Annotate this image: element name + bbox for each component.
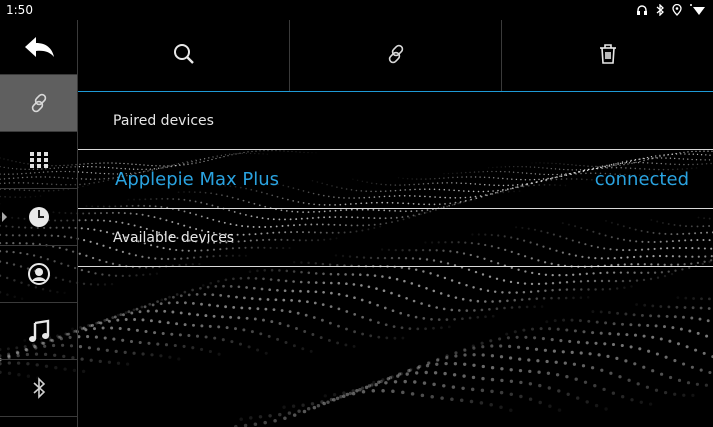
search-button[interactable] xyxy=(78,20,290,91)
paired-devices-heading: Paired devices xyxy=(113,112,214,129)
sidebar-item-link[interactable] xyxy=(0,75,77,132)
status-time: 1:50 xyxy=(6,3,33,17)
headphones-icon xyxy=(636,4,648,16)
dialpad-icon xyxy=(29,151,49,169)
bluetooth-icon xyxy=(655,4,665,16)
expand-arrow-icon xyxy=(2,212,7,222)
bluetooth-icon xyxy=(32,376,46,400)
connection-status: connected xyxy=(594,168,689,190)
toolbar xyxy=(78,20,713,92)
status-bar: 1:50 xyxy=(0,0,713,20)
status-icons xyxy=(636,4,707,16)
link-icon xyxy=(28,92,50,114)
contact-icon xyxy=(27,262,51,286)
location-icon xyxy=(672,4,682,16)
trash-icon xyxy=(598,43,618,69)
sidebar-item-recent[interactable] xyxy=(0,189,77,246)
divider xyxy=(78,266,713,267)
device-name: Applepie Max Plus xyxy=(115,168,280,190)
pair-button[interactable] xyxy=(290,20,502,91)
paired-device-row[interactable]: Applepie Max Plus connected xyxy=(78,150,713,208)
clock-icon xyxy=(27,205,51,229)
link-icon xyxy=(385,43,407,69)
back-arrow-icon xyxy=(22,35,56,59)
wifi-icon xyxy=(689,4,707,16)
device-list: Paired devices Applepie Max Plus connect… xyxy=(78,92,713,267)
delete-button[interactable] xyxy=(502,20,713,91)
search-icon xyxy=(173,43,195,69)
sidebar-item-music[interactable] xyxy=(0,303,77,360)
available-devices-heading: Available devices xyxy=(113,229,235,246)
sidebar-item-contacts[interactable] xyxy=(0,246,77,303)
back-button[interactable] xyxy=(0,20,77,75)
music-note-icon xyxy=(28,319,50,343)
sidebar-item-dialpad[interactable] xyxy=(0,132,77,189)
sidebar xyxy=(0,20,78,427)
sidebar-item-bluetooth[interactable] xyxy=(0,360,77,417)
